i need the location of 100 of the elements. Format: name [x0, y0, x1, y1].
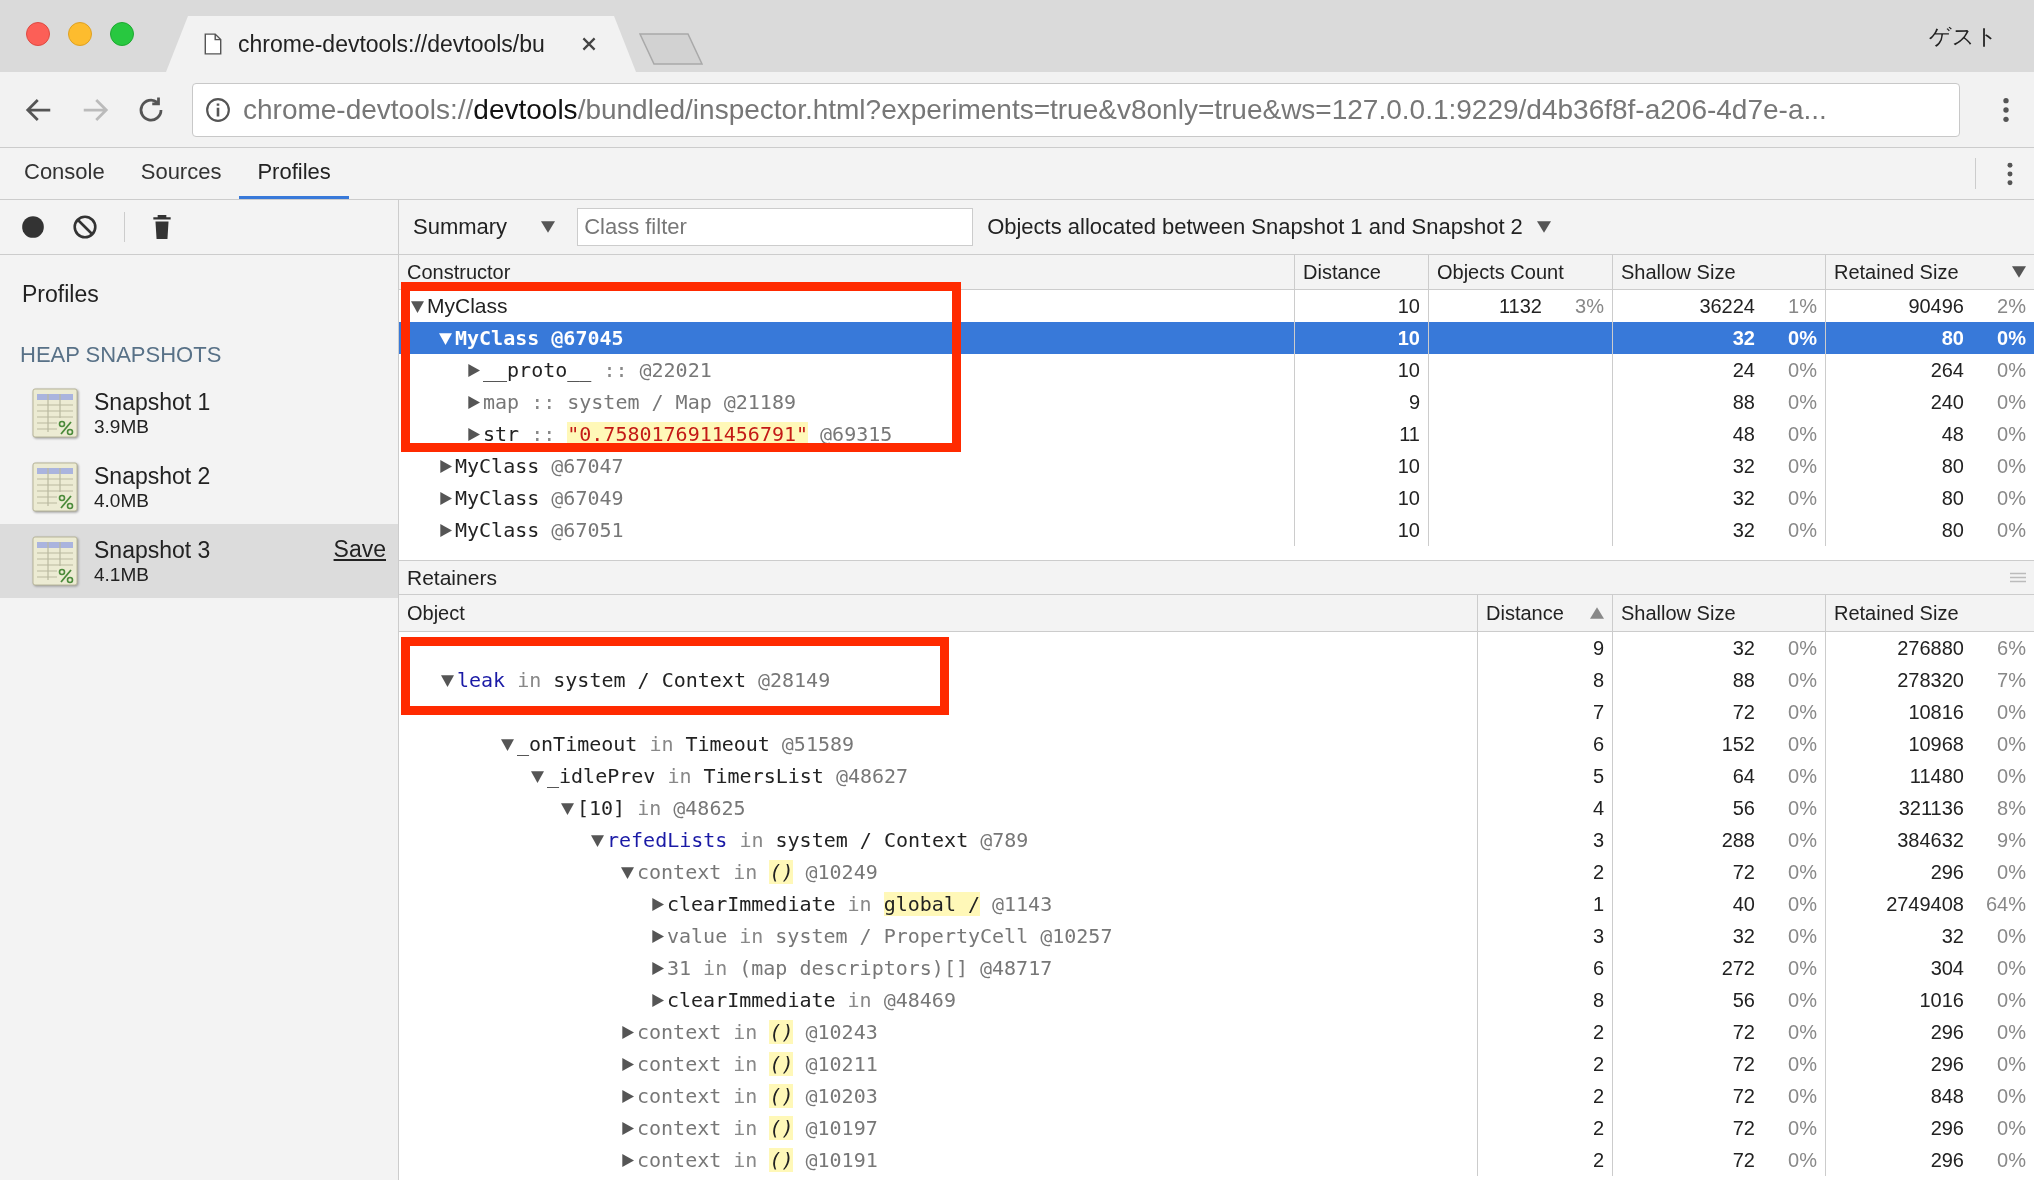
distance-header[interactable]: Distance	[1477, 595, 1612, 631]
disclosure-triangle-icon[interactable]	[621, 1153, 634, 1167]
disclosure-triangle-icon[interactable]	[651, 897, 664, 911]
retained-size-percent: 0%	[1996, 988, 2026, 1012]
disclosure-triangle-icon[interactable]	[621, 1089, 634, 1103]
disclosure-triangle-icon[interactable]	[651, 961, 664, 975]
retained-size-percent: 0%	[1996, 860, 2026, 884]
panel-tab[interactable]: Sources	[122, 148, 240, 199]
disclosure-triangle-icon[interactable]	[561, 801, 574, 815]
retained-size-percent: 0%	[1996, 732, 2026, 756]
object-name[interactable]: refedLists in system / Context @789	[607, 831, 1029, 849]
snapshot-size: 4.1MB	[94, 563, 150, 586]
menu-icon[interactable]	[2002, 95, 2010, 124]
shallow-size-header[interactable]: Shallow Size	[1612, 595, 1825, 631]
disclosure-triangle-icon[interactable]	[439, 331, 452, 345]
shallow-size-value: 72	[1731, 1116, 1755, 1140]
distance-value: 10	[1397, 518, 1420, 542]
disclosure-triangle-icon[interactable]	[501, 737, 514, 751]
tree-row[interactable]: MyClass @67049 10 32 0% 80 0%	[399, 482, 2034, 514]
tree-row[interactable]: str :: "0.7580176911456791" @69315 11 48 0% 48 0%	[399, 418, 2034, 450]
disclosure-triangle-icon[interactable]	[621, 1121, 634, 1135]
shallow-size-value: 72	[1731, 700, 1755, 724]
record-icon[interactable]	[20, 214, 46, 240]
panel-tab[interactable]: Console	[6, 148, 123, 199]
object-name[interactable]: context in () @10197	[637, 1119, 878, 1137]
disclosure-triangle-icon[interactable]	[621, 865, 634, 879]
trash-icon[interactable]	[151, 214, 173, 240]
menu-icon[interactable]	[2006, 160, 2014, 187]
spreadsheet-icon	[32, 388, 78, 438]
address-field[interactable]: chrome-devtools://devtools/bundled/inspector.html?experiments=true&v8only=true&ws=127.0.0.1:9229/d4b36f8f-a206-4d7e-a...	[192, 82, 1960, 137]
disclosure-triangle-icon[interactable]	[467, 363, 480, 377]
shallow-size-value: 32	[1731, 326, 1755, 350]
disclosure-triangle-icon[interactable]	[411, 299, 424, 313]
tree-row[interactable]: MyClass @67051 10 32 0% 80 0%	[399, 514, 2034, 546]
save-link[interactable]: Save	[333, 536, 386, 563]
disclosure-triangle-icon[interactable]	[467, 427, 480, 441]
retained-size-percent: 0%	[1996, 1148, 2026, 1172]
disclosure-triangle-icon[interactable]	[591, 833, 604, 847]
retained-size-header[interactable]: Retained Size	[1825, 255, 2034, 289]
shallow-size-header[interactable]: Shallow Size	[1612, 255, 1825, 289]
tree-row[interactable]: MyClass @67045 10 32 0% 80 0%	[399, 322, 2034, 354]
object-name[interactable]: context in () @10249	[637, 863, 878, 881]
shallow-size-percent: 0%	[1787, 422, 1817, 446]
retained-size-header[interactable]: Retained Size	[1825, 595, 2034, 631]
shallow-size-percent: 0%	[1787, 924, 1817, 948]
profile-label[interactable]: ゲスト	[1929, 22, 1998, 52]
disclosure-triangle-icon[interactable]	[467, 395, 480, 409]
range-select[interactable]: Objects allocated between Snapshot 1 and Snapshot 2	[973, 214, 1551, 240]
shallow-size-value: 32	[1731, 518, 1755, 542]
shallow-size-value: 48	[1731, 422, 1755, 446]
distance-value: 10	[1397, 358, 1420, 382]
object-name[interactable]: [10] in @48625	[577, 799, 746, 817]
dropdown-icon[interactable]	[541, 221, 556, 233]
object-name[interactable]: value in system / PropertyCell @10257	[667, 927, 1113, 945]
tree-row[interactable]: MyClass @67047 10 32 0% 80 0%	[399, 450, 2034, 482]
distance-value: 1	[1592, 892, 1604, 916]
disclosure-triangle-icon[interactable]	[651, 929, 664, 943]
snapshot-item[interactable]: Snapshot 3 4.1MB Save	[0, 524, 398, 598]
shallow-size-percent: 0%	[1787, 518, 1817, 542]
view-select[interactable]: Summary	[399, 214, 578, 240]
objects-count-header[interactable]: Objects Count	[1428, 255, 1612, 289]
object-name[interactable]: context in () @10211	[637, 1055, 878, 1073]
close-icon[interactable]	[582, 37, 596, 51]
drag-handle-icon[interactable]	[2010, 572, 2026, 583]
retained-size-value: 10968	[1907, 732, 1964, 756]
object-name[interactable]: context in () @10243	[637, 1023, 878, 1041]
disclosure-triangle-icon[interactable]	[531, 769, 544, 783]
distance-header[interactable]: Distance	[1294, 255, 1428, 289]
disclosure-triangle-icon[interactable]	[621, 1057, 634, 1071]
snapshot-item[interactable]: Snapshot 2 4.0MB	[0, 450, 398, 524]
distance-value: 11	[1399, 422, 1420, 446]
disclosure-triangle-icon[interactable]	[621, 1025, 634, 1039]
disclosure-triangle-icon[interactable]	[439, 491, 452, 505]
object-name[interactable]: context in () @10203	[637, 1087, 878, 1105]
clear-icon[interactable]	[72, 214, 98, 240]
object-name: MyClass	[427, 297, 508, 315]
dropdown-icon[interactable]	[1536, 221, 1551, 233]
constructor-header[interactable]: Constructor	[399, 255, 1294, 289]
object-header[interactable]: Object	[399, 595, 1477, 631]
close-window-button[interactable]	[26, 22, 50, 46]
browser-tab[interactable]: chrome-devtools://devtools/bu	[166, 16, 636, 72]
shallow-size-value: 72	[1731, 1052, 1755, 1076]
shallow-size-percent: 0%	[1787, 860, 1817, 884]
disclosure-triangle-icon[interactable]	[441, 673, 454, 687]
tree-row[interactable]: __proto__ :: @22021 10 24 0% 264 0%	[399, 354, 2034, 386]
tree-row[interactable]: map :: system / Map @21189 9 88 0% 240 0%	[399, 386, 2034, 418]
class-filter-field[interactable]: Class filter	[577, 208, 974, 246]
snapshot-item[interactable]: Snapshot 1 3.9MB	[0, 376, 398, 450]
distance-value: 7	[1592, 700, 1604, 724]
disclosure-triangle-icon[interactable]	[439, 523, 452, 537]
object-name[interactable]: 31 in (map descriptors)[] @48717	[667, 959, 1053, 977]
object-name[interactable]: clearImmediate in @48469	[667, 991, 956, 1009]
shallow-size-percent: 0%	[1787, 1084, 1817, 1108]
disclosure-triangle-icon[interactable]	[651, 993, 664, 1007]
object-name[interactable]: leak in system / Context @28149	[457, 671, 831, 689]
object-name[interactable]: context in () @10191	[637, 1151, 878, 1169]
object-name[interactable]: clearImmediate in global / @1143	[667, 895, 1053, 913]
info-icon[interactable]	[205, 96, 231, 123]
disclosure-triangle-icon[interactable]	[439, 459, 452, 473]
shallow-size-percent: 0%	[1787, 956, 1817, 980]
